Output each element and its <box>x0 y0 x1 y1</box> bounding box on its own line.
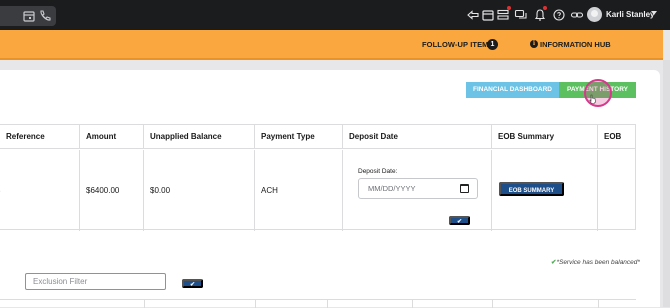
calendar-icon[interactable] <box>460 184 469 193</box>
financial-dashboard-button[interactable]: FINANCIAL DASHBOARD <box>466 82 559 98</box>
service-balanced-status: ✔*Service has been balanced* <box>551 258 640 266</box>
help-icon[interactable] <box>552 8 566 22</box>
deposit-date-label: Deposit Date: <box>358 168 397 175</box>
followup-count-badge: 1 <box>487 39 498 50</box>
table-cell: $6400.00 <box>80 150 144 231</box>
column-header-unapplied-balance: Unapplied Balance <box>144 125 255 149</box>
list-icon[interactable] <box>496 8 510 22</box>
bell-icon[interactable] <box>533 8 547 22</box>
scrollbar[interactable] <box>663 60 670 307</box>
column-header-reference: Reference <box>0 125 80 149</box>
column-header-amount: Amount <box>80 125 144 149</box>
avatar[interactable] <box>587 7 602 22</box>
unapplied-balance-value: $0.00 <box>150 186 170 195</box>
information-hub-link[interactable]: INFORMATION HUB <box>540 40 611 49</box>
table-cell: $0.00 <box>144 150 255 231</box>
table-cell: 3 <box>0 150 80 231</box>
notification-dot <box>543 6 547 10</box>
hand-cursor-icon <box>589 91 597 101</box>
payment-table: Reference Amount Unapplied Balance Payme… <box>0 124 636 230</box>
balanced-note: *Service has been balanced* <box>556 259 639 266</box>
phone-icon[interactable] <box>38 9 52 23</box>
column-header-eob-summary: EOB Summary <box>492 125 598 149</box>
payment-type-value: ACH <box>261 186 278 195</box>
column-header-eob: EOB <box>598 125 636 149</box>
confirm-deposit-button[interactable]: ✔ <box>449 216 470 225</box>
top-navigation-bar: Karli Stanley <box>0 0 670 30</box>
column-header-payment-type: Payment Type <box>255 125 343 149</box>
eob-summary-button[interactable]: EOB SUMMARY <box>499 182 564 196</box>
apply-filter-button[interactable]: ✔ <box>182 279 203 288</box>
table-cell: ACH <box>255 150 343 231</box>
column-header-deposit-date: Deposit Date <box>343 125 492 149</box>
info-icon: i <box>530 40 538 48</box>
chevron-down-icon[interactable] <box>651 11 657 15</box>
reply-icon[interactable] <box>466 8 480 22</box>
calendar-icon[interactable] <box>22 9 36 23</box>
user-name[interactable]: Karli Stanley <box>606 10 654 19</box>
table-cell <box>598 150 636 231</box>
next-table-header <box>0 299 636 307</box>
amount-value: $6400.00 <box>86 186 119 195</box>
notification-dot <box>507 6 511 10</box>
followup-items-link[interactable]: FOLLOW-UP ITEMS <box>422 40 494 49</box>
calendar-icon[interactable] <box>481 8 495 22</box>
chat-icon[interactable] <box>514 8 528 22</box>
link-icon[interactable] <box>570 8 584 22</box>
exclusion-filter-input[interactable]: Exclusion Filter <box>25 273 166 290</box>
quick-actions-pill <box>0 6 56 26</box>
